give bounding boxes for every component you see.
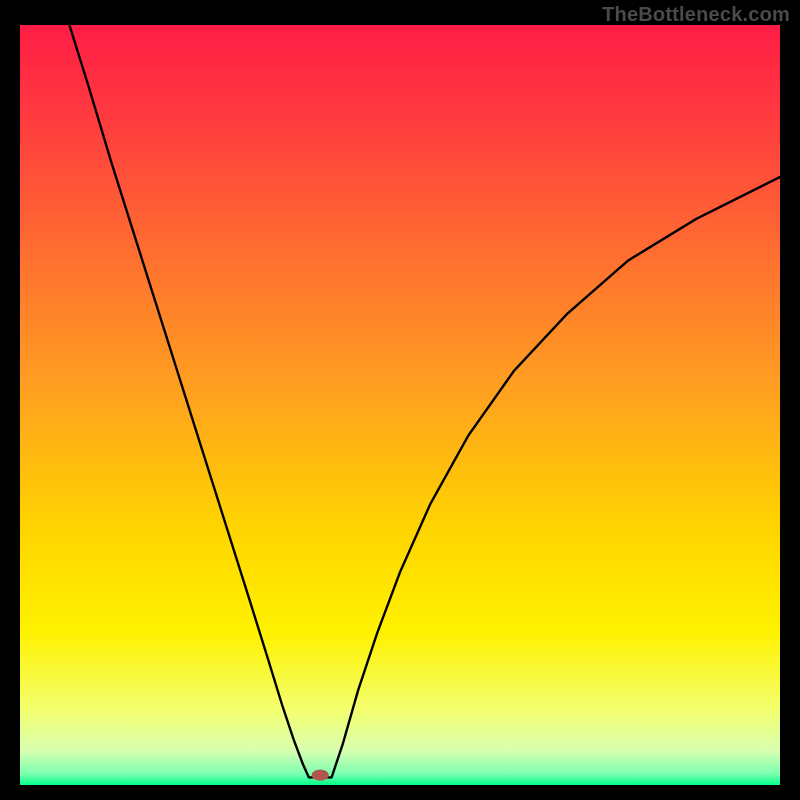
chart-frame: TheBottleneck.com bbox=[0, 0, 800, 800]
gradient-background bbox=[20, 25, 780, 785]
optimum-marker bbox=[312, 770, 328, 780]
bottleneck-plot bbox=[20, 25, 780, 785]
watermark-text: TheBottleneck.com bbox=[602, 4, 790, 27]
